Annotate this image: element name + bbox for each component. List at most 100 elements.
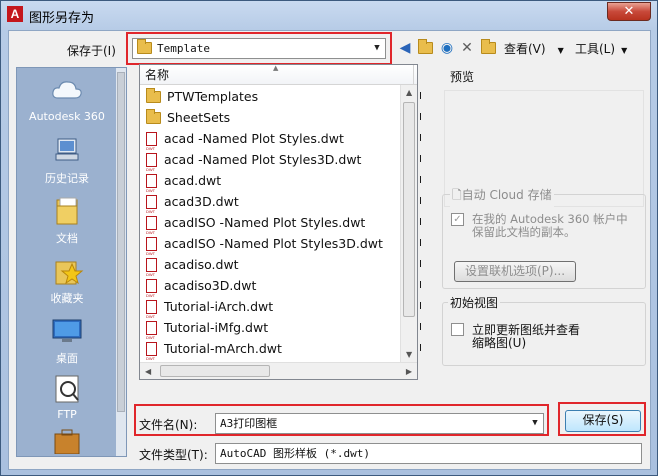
scroll-left-icon[interactable]: ◀ xyxy=(145,367,151,376)
highlight-save-in xyxy=(126,32,392,65)
place-favorites[interactable]: 收藏夹 xyxy=(17,256,117,306)
favorites-icon xyxy=(50,256,84,286)
scroll-down-icon[interactable]: ▼ xyxy=(406,350,412,359)
dwt-file-icon xyxy=(146,153,157,180)
cloud-copy-checkbox[interactable]: ✓ xyxy=(451,213,464,226)
file-list-horizontal-scrollbar[interactable]: ◀ ▶ xyxy=(140,362,417,379)
clipped-column-cell: I xyxy=(419,343,422,354)
clipped-column-cell: I xyxy=(419,154,422,165)
clipped-column-cell: I xyxy=(419,91,422,102)
file-list-item[interactable]: acadiso.dwt xyxy=(146,255,239,285)
desktop-icon xyxy=(50,316,84,346)
dwt-file-icon xyxy=(146,321,157,348)
tools-label: 工具(L) xyxy=(575,42,616,56)
file-list[interactable]: 名称 ▲ PTWTemplates SheetSets acad -Named Pl… xyxy=(139,64,418,380)
preview-title: 预览 xyxy=(450,70,475,84)
ftp-icon xyxy=(50,374,84,404)
file-list-item[interactable]: acadiso3D.dwt xyxy=(146,276,257,306)
clipped-column-cell: I xyxy=(419,217,422,228)
file-name: acadiso3D.dwt xyxy=(164,278,257,293)
file-list-item[interactable]: Tutorial-mArch.dwt xyxy=(146,339,282,369)
save-in-label: 保存于(I) xyxy=(67,44,116,58)
horizontal-scroll-thumb[interactable] xyxy=(160,365,270,377)
place-documents[interactable]: 文档 xyxy=(17,196,117,246)
place-label: 收藏夹 xyxy=(50,292,84,305)
clipped-column-cell: I xyxy=(419,259,422,270)
documents-icon xyxy=(50,196,84,226)
file-list-item[interactable]: acadISO -Named Plot Styles.dwt xyxy=(146,213,366,243)
place-more[interactable] xyxy=(17,428,117,462)
file-name: Tutorial-iArch.dwt xyxy=(164,299,274,314)
dwt-file-icon xyxy=(146,237,157,264)
briefcase-icon xyxy=(50,428,84,458)
file-list-item[interactable]: acad3D.dwt xyxy=(146,192,239,222)
place-desktop[interactable]: 桌面 xyxy=(17,316,117,366)
file-list-item[interactable]: acad -Named Plot Styles3D.dwt xyxy=(146,150,362,180)
file-list-item[interactable]: Tutorial-iArch.dwt xyxy=(146,297,274,327)
tools-menu[interactable]: 工具(L) ▼ xyxy=(575,40,627,57)
up-folder-icon[interactable] xyxy=(416,39,434,56)
delete-icon[interactable]: ✕ xyxy=(458,40,476,56)
cloud-storage-title-text: 自动 Cloud 存储 xyxy=(461,188,552,202)
file-list-vertical-scrollbar[interactable]: ▲ ▼ xyxy=(400,85,417,362)
dialog-body: 保存于(I) Template ▼ ◀ ◉ ✕ 查看(V) ▼ 工具(L) ▼ Au… xyxy=(8,30,651,470)
filetype-value: AutoCAD 图形样板 (*.dwt) xyxy=(220,447,370,460)
file-name: acad -Named Plot Styles3D.dwt xyxy=(164,152,362,167)
file-name: acadiso.dwt xyxy=(164,257,239,272)
cloud-checkbox-label-2: 保留此文档的副本。 xyxy=(472,225,576,239)
online-options-button[interactable]: 设置联机选项(P)... xyxy=(454,261,576,282)
file-name: acad.dwt xyxy=(164,173,222,188)
filetype-dropdown[interactable]: AutoCAD 图形样板 (*.dwt) xyxy=(215,443,642,464)
clipped-column-cell: I xyxy=(419,175,422,186)
file-list-item[interactable]: PTWTemplates xyxy=(146,87,258,107)
autocad-app-icon: A xyxy=(7,6,23,22)
file-list-item[interactable]: acadISO -Named Plot Styles3D.dwt xyxy=(146,234,383,264)
column-header-name[interactable]: 名称 xyxy=(140,65,417,85)
place-ftp[interactable]: FTP xyxy=(17,374,117,421)
clipped-column-cell: I xyxy=(419,112,422,123)
file-name: acadISO -Named Plot Styles.dwt xyxy=(164,215,366,230)
close-button[interactable]: ✕ xyxy=(607,2,651,21)
clipped-column-cell: I xyxy=(419,238,422,249)
cloud-doc-icon: 🗋 xyxy=(452,188,462,202)
update-thumbnail-label-2: 缩略图(U) xyxy=(472,336,527,350)
file-list-item[interactable]: SheetSets xyxy=(146,108,230,128)
vertical-scroll-thumb[interactable] xyxy=(403,102,415,317)
file-list-item[interactable]: acad -Named Plot Styles.dwt xyxy=(146,129,344,159)
history-icon xyxy=(50,136,84,166)
dwt-file-icon xyxy=(146,300,157,327)
back-arrow-icon[interactable]: ◀ xyxy=(396,40,414,56)
folder-icon xyxy=(146,109,161,124)
clipped-column-cell: I xyxy=(419,196,422,207)
place-autodesk-360[interactable]: Autodesk 360 xyxy=(17,76,117,123)
new-folder-icon[interactable] xyxy=(479,39,497,56)
cloud-icon xyxy=(50,76,84,106)
title-bar: A 图形另存为 ✕ xyxy=(1,1,657,29)
file-list-item[interactable]: Tutorial-iMfg.dwt xyxy=(146,318,269,348)
places-scroll-thumb[interactable] xyxy=(117,72,125,412)
dwt-file-icon xyxy=(146,132,157,159)
dwt-file-icon xyxy=(146,258,157,285)
file-name: Tutorial-iMfg.dwt xyxy=(164,320,269,335)
file-name: SheetSets xyxy=(167,110,231,125)
file-list-item[interactable]: acad.dwt xyxy=(146,171,222,201)
views-menu[interactable]: 查看(V) ▼ xyxy=(504,40,564,57)
place-label: 桌面 xyxy=(56,352,78,365)
file-name: acad -Named Plot Styles.dwt xyxy=(164,131,344,146)
scroll-right-icon[interactable]: ▶ xyxy=(406,367,412,376)
place-label: FTP xyxy=(57,408,77,421)
places-scrollbar[interactable] xyxy=(116,68,126,456)
scroll-up-icon[interactable]: ▲ xyxy=(406,88,412,97)
dwt-file-icon xyxy=(146,279,157,306)
initial-view-title: 初始视图 xyxy=(448,294,501,311)
place-history[interactable]: 历史记录 xyxy=(17,136,117,186)
chevron-down-icon: ▼ xyxy=(621,46,628,55)
search-web-icon[interactable]: ◉ xyxy=(438,40,456,56)
file-name: acadISO -Named Plot Styles3D.dwt xyxy=(164,236,383,251)
views-label: 查看(V) xyxy=(504,42,546,56)
clipped-column-cell: I xyxy=(419,133,422,144)
update-thumbnail-checkbox[interactable] xyxy=(451,323,464,336)
place-label: Autodesk 360 xyxy=(29,110,105,123)
filetype-label: 文件类型(T): xyxy=(139,448,208,462)
folder-icon xyxy=(146,88,161,103)
